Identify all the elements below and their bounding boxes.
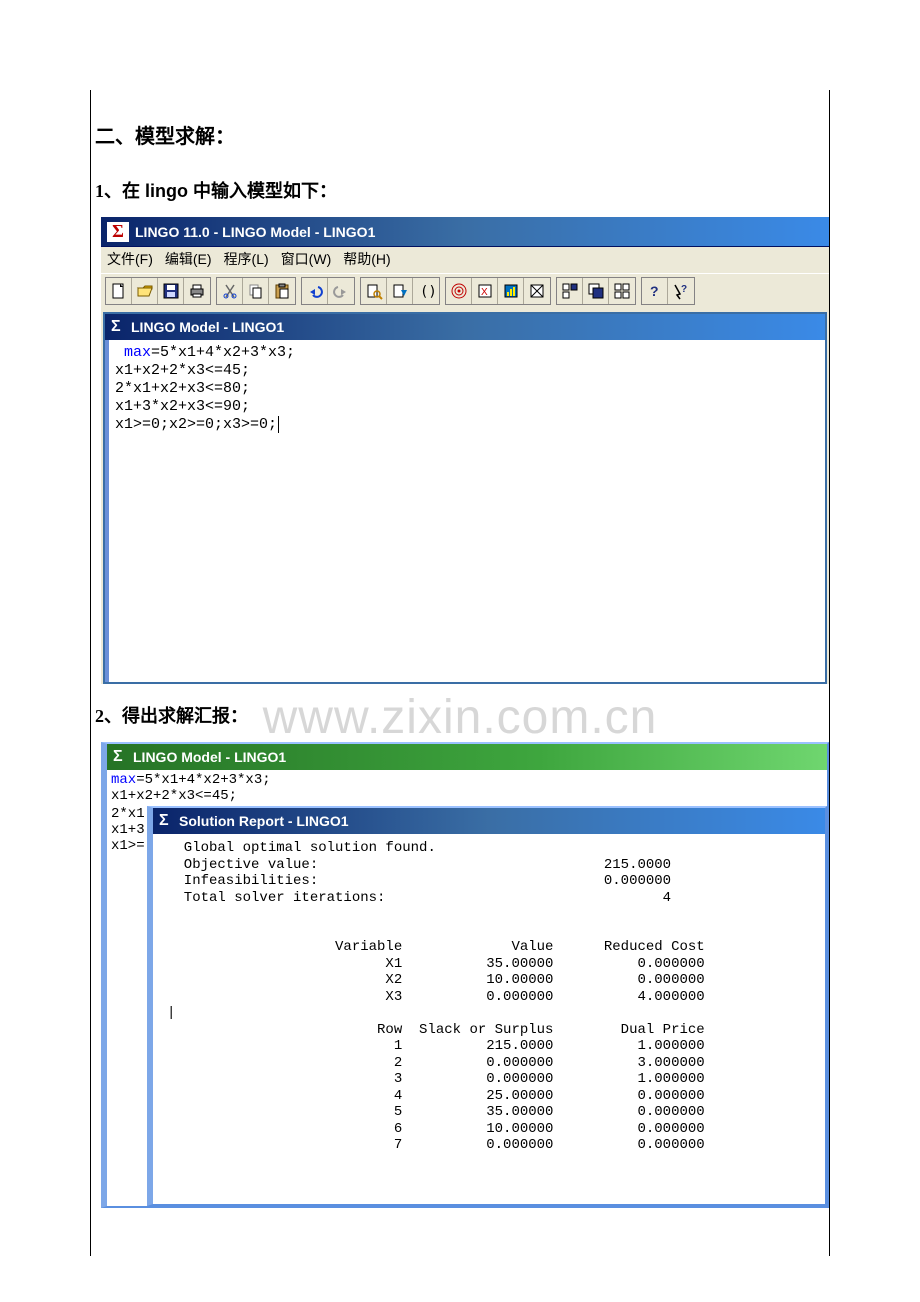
menu-lingo[interactable]: 程序(L)	[224, 249, 269, 269]
app-titlebar: Σ LINGO 11.0 - LINGO Model - LINGO1	[101, 217, 829, 247]
lingo-logo-icon: Σ	[107, 222, 129, 242]
options-button[interactable]	[498, 278, 524, 304]
model-window-title: LINGO Model - LINGO1	[133, 749, 286, 765]
menu-help[interactable]: 帮助(H)	[343, 249, 390, 269]
paste-button[interactable]	[269, 278, 295, 304]
lingo-logo-icon: Σ	[113, 748, 133, 766]
background-code: max=5*x1+4*x2+3*x3; x1+x2+2*x3<=45;	[107, 770, 827, 806]
menu-bar: 文件(F) 编辑(E) 程序(L) 窗口(W) 帮助(H)	[101, 247, 829, 273]
model-window-titlebar: Σ LINGO Model - LINGO1	[107, 744, 827, 770]
subheading-1-text: 、在 lingo 中输入模型如下：	[104, 181, 337, 201]
menu-file[interactable]: 文件(F)	[107, 249, 153, 269]
keyword-max: max	[111, 772, 136, 788]
keyword-max: max	[124, 344, 151, 361]
new-button[interactable]	[106, 278, 132, 304]
solution-title: Solution Report - LINGO1	[179, 813, 349, 829]
document-frame: 二、模型求解： 1、在 lingo 中输入模型如下： Σ LINGO 11.0 …	[90, 90, 830, 1256]
solution-button[interactable]: X	[472, 278, 498, 304]
model-editor-window: Σ LINGO Model - LINGO1 max=5*x1+4*x2+3*x…	[103, 312, 827, 684]
svg-text:?: ?	[650, 283, 659, 299]
subheading-2-text: 、得出求解汇报：	[104, 706, 248, 726]
print-button[interactable]	[184, 278, 210, 304]
cascade-button[interactable]	[583, 278, 609, 304]
copy-button[interactable]	[243, 278, 269, 304]
solve-button[interactable]	[446, 278, 472, 304]
text-caret	[278, 416, 288, 433]
background-code-stub: 2*x1 x1+3 x1>=	[107, 806, 147, 854]
match-paren-button[interactable]: ()	[413, 278, 439, 304]
context-help-button[interactable]: ?	[668, 278, 694, 304]
code-line-4: x1+3*x2+x3<=90;	[115, 398, 250, 415]
code-line-1b: =5*x1+4*x2+3*x3;	[151, 344, 295, 361]
picture-button[interactable]	[524, 278, 550, 304]
svg-text:X: X	[481, 287, 488, 298]
svg-text:?: ?	[681, 284, 687, 295]
subheading-1: 1、在 lingo 中输入模型如下：	[95, 177, 829, 203]
bg-code-1b: =5*x1+4*x2+3*x3;	[136, 772, 270, 788]
app-title: LINGO 11.0 - LINGO Model - LINGO1	[135, 224, 375, 240]
editor-blank-area[interactable]	[105, 444, 825, 682]
toolbar: () X ? ?	[101, 273, 829, 310]
menu-edit[interactable]: 编辑(E)	[165, 249, 212, 269]
subheading-2: 2、得出求解汇报：	[95, 702, 829, 728]
code-line-5: x1>=0;x2>=0;x3>=0;	[115, 416, 277, 433]
svg-text:(): ()	[420, 284, 435, 300]
lingo-logo-icon: Σ	[159, 812, 179, 830]
code-editor[interactable]: max=5*x1+4*x2+3*x3; x1+x2+2*x3<=45; 2*x1…	[105, 340, 825, 444]
subheading-2-num: 2	[95, 706, 104, 726]
subheading-1-num: 1	[95, 181, 104, 201]
solution-report-window: Σ Solution Report - LINGO1 Global optima…	[147, 806, 827, 1206]
solution-report-body[interactable]: Global optimal solution found. Objective…	[153, 834, 825, 1204]
redo-button[interactable]	[328, 278, 354, 304]
close-all-button[interactable]	[609, 278, 635, 304]
tile-button[interactable]	[557, 278, 583, 304]
solution-titlebar: Σ Solution Report - LINGO1	[153, 808, 825, 834]
model-editor-titlebar: Σ LINGO Model - LINGO1	[105, 314, 825, 340]
menu-window[interactable]: 窗口(W)	[281, 249, 332, 269]
code-line-3: 2*x1+x2+x3<=80;	[115, 380, 250, 397]
find-button[interactable]	[361, 278, 387, 304]
section-heading: 二、模型求解：	[95, 120, 829, 149]
goto-button[interactable]	[387, 278, 413, 304]
lingo-model-screenshot: Σ LINGO 11.0 - LINGO Model - LINGO1 文件(F…	[101, 217, 829, 684]
lingo-report-screenshot: Σ LINGO Model - LINGO1 max=5*x1+4*x2+3*x…	[101, 742, 829, 1208]
save-button[interactable]	[158, 278, 184, 304]
open-button[interactable]	[132, 278, 158, 304]
cut-button[interactable]	[217, 278, 243, 304]
code-line-2: x1+x2+2*x3<=45;	[115, 362, 250, 379]
bg-code-2: x1+x2+2*x3<=45;	[111, 788, 237, 804]
undo-button[interactable]	[302, 278, 328, 304]
lingo-logo-icon: Σ	[111, 318, 131, 336]
help-button[interactable]: ?	[642, 278, 668, 304]
model-editor-title: LINGO Model - LINGO1	[131, 319, 284, 335]
